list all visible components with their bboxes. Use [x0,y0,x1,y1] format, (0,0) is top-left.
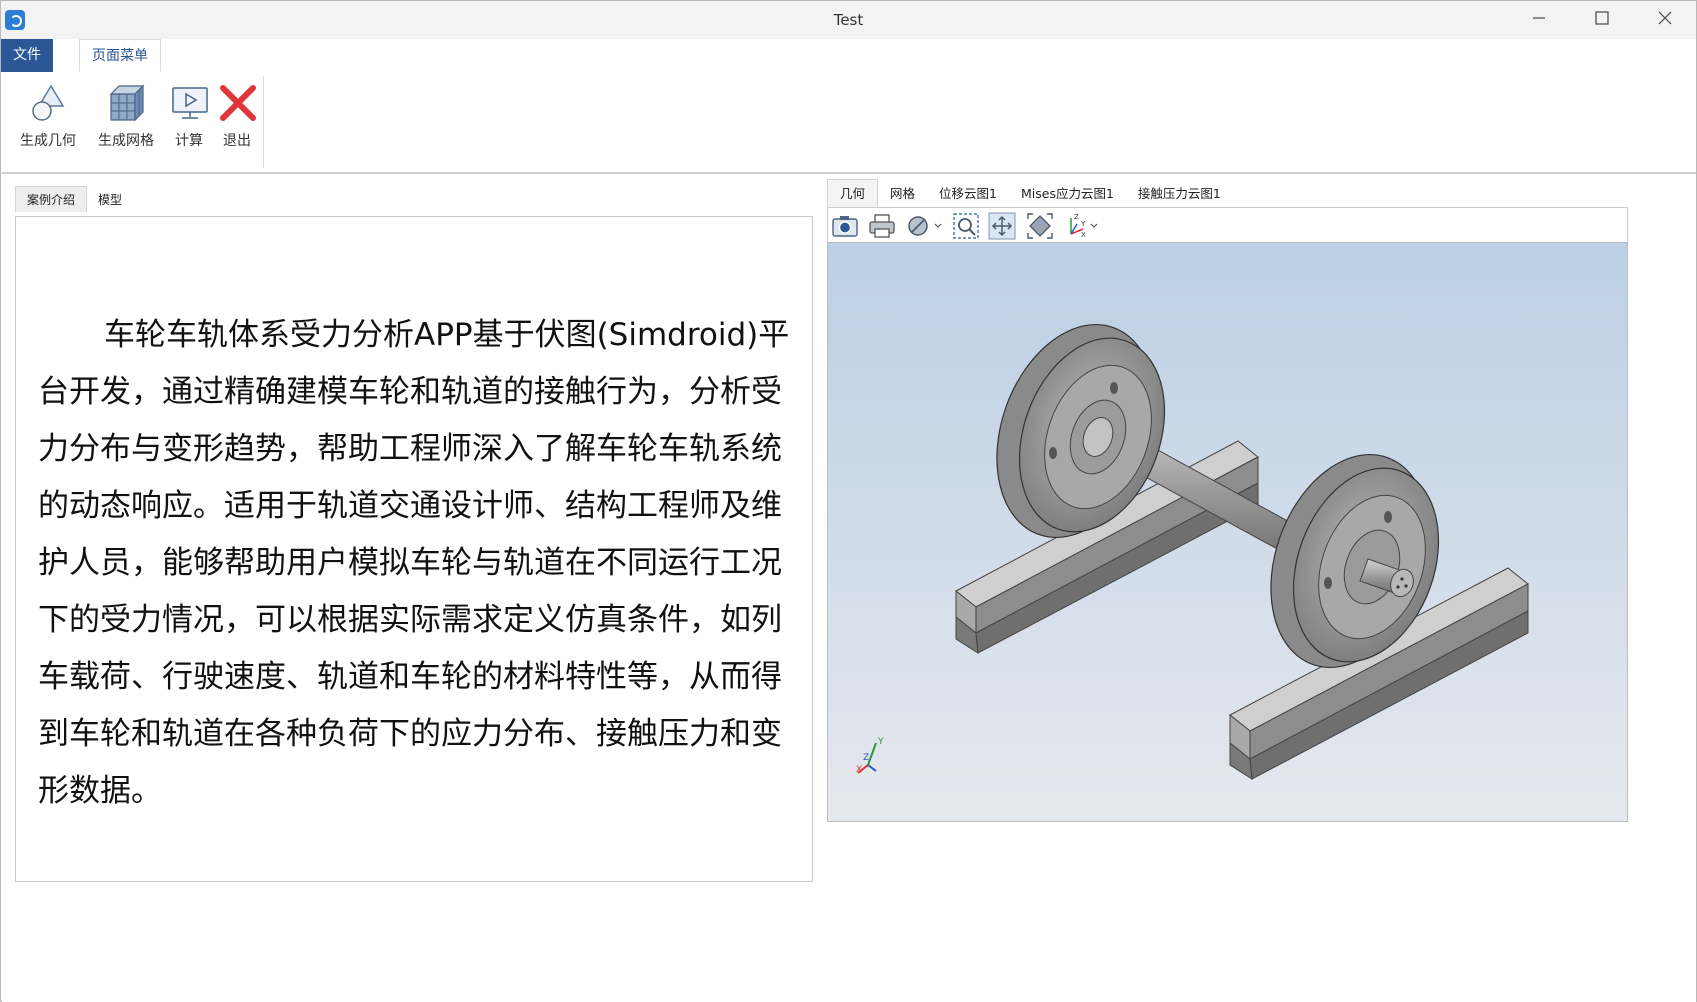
pan-icon[interactable] [988,212,1016,240]
geometry-icon [32,84,65,121]
viewer-toolbar: Z Y X [827,207,1628,243]
app-window: Test 文件 页面菜单 生成几何 生成网格 计算 退出 案例介绍 模型 车轮车… [0,0,1697,1002]
axis-view-y-label: Y [1080,220,1086,228]
axis-view-z-label: Z [1074,213,1079,221]
tab-page-menu[interactable]: 页面菜单 [79,39,161,72]
generate-mesh-button[interactable]: 生成网格 [95,82,157,150]
zoom-box-icon[interactable] [952,212,980,240]
minimize-icon [1533,17,1545,19]
tab-mesh[interactable]: 网格 [878,180,927,208]
intro-text: 车轮车轨体系受力分析APP基于伏图(Simdroid)平台开发，通过精确建模车轮… [38,317,790,809]
title-bar: Test [1,1,1696,39]
axis-view-icon[interactable]: Z Y X [1063,212,1103,240]
axis-triad-y-label: Y [877,737,884,747]
tab-geometry[interactable]: 几何 [827,179,879,207]
camera-icon[interactable] [831,212,859,240]
tab-displacement-contour[interactable]: 位移云图1 [927,180,1009,208]
tab-model[interactable]: 模型 [87,187,133,213]
generate-mesh-label: 生成网格 [98,133,154,149]
exit-button[interactable]: 退出 [217,82,257,150]
wheelset-model: Y Z X [856,323,1529,780]
fit-view-icon[interactable] [1026,212,1054,240]
minimize-button[interactable] [1509,1,1569,39]
close-icon [1658,11,1672,25]
compute-icon [172,87,208,119]
ribbon-toolbar: 生成几何 生成网格 计算 退出 [1,72,1696,173]
axis-triad-x-label: X [856,765,862,775]
axis-triad: Y Z X [856,737,884,775]
tab-case-intro[interactable]: 案例介绍 [15,186,88,212]
exit-icon [220,85,256,121]
print-icon[interactable] [868,212,896,240]
tab-contact-pressure-contour[interactable]: 接触压力云图1 [1126,180,1233,208]
left-panel-tabs: 案例介绍 模型 [15,186,133,212]
generate-geometry-label: 生成几何 [20,133,76,149]
axis-view-x-label: X [1081,231,1086,239]
tab-file[interactable]: 文件 [1,39,53,72]
close-button[interactable] [1635,1,1695,39]
axis-triad-z-label: Z [863,753,869,763]
exit-label: 退出 [223,133,251,149]
display-mode-icon[interactable] [906,212,944,240]
maximize-icon [1595,11,1609,25]
maximize-button[interactable] [1572,1,1632,39]
window-title: Test [833,11,864,29]
main-area: 案例介绍 模型 车轮车轨体系受力分析APP基于伏图(Simdroid)平台开发，通… [2,173,1696,1002]
tab-mises-contour[interactable]: Mises应力云图1 [1009,180,1126,208]
viewer-tabs: 几何 网格 位移云图1 Mises应力云图1 接触压力云图1 [827,179,1233,207]
case-intro-panel: 车轮车轨体系受力分析APP基于伏图(Simdroid)平台开发，通过精确建模车轮… [15,216,813,882]
compute-label: 计算 [175,133,203,149]
compute-button[interactable]: 计算 [169,82,209,150]
mesh-icon [109,84,145,122]
3d-viewport[interactable]: Y Z X [827,242,1628,822]
ribbon-tabs: 文件 页面菜单 [1,39,1696,73]
ribbon-divider [263,76,264,168]
generate-geometry-button[interactable]: 生成几何 [17,82,79,150]
